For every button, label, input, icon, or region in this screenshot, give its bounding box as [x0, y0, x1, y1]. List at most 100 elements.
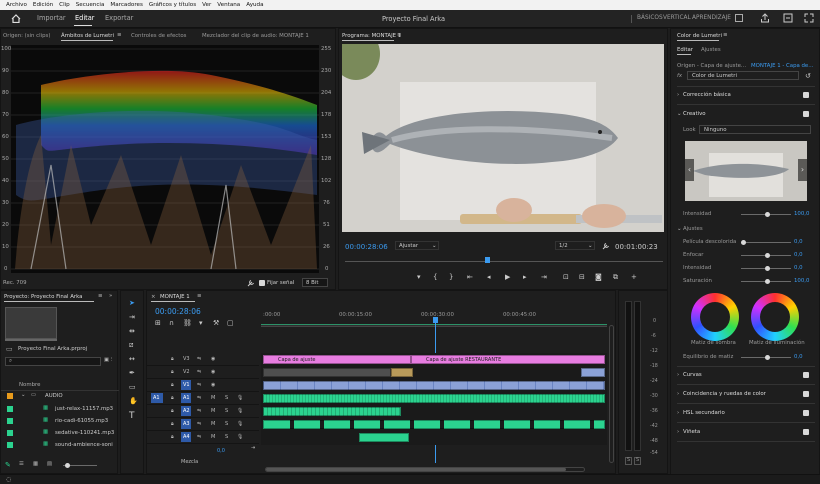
lift-icon[interactable]: ⊡	[563, 273, 569, 281]
timeline-timecode[interactable]: 00:00:28:06	[155, 307, 201, 316]
lock-icon[interactable]: 🔒︎	[171, 408, 174, 414]
mute-button[interactable]: M	[211, 395, 215, 401]
home-icon[interactable]	[11, 14, 21, 23]
hand-tool-icon[interactable]: ✋	[129, 397, 138, 405]
tab-importar[interactable]: Importar	[37, 14, 66, 22]
clips-a3-audio[interactable]	[263, 420, 605, 429]
tab-effect-controls[interactable]: Controles de efectos	[131, 33, 187, 39]
track-select-tool-icon[interactable]: ⇥	[129, 313, 135, 321]
section-basic-correction[interactable]: Corrección básica	[683, 92, 731, 98]
track-label-a4[interactable]: A4	[183, 434, 190, 440]
track-label-a2[interactable]: A2	[183, 408, 190, 414]
effect-select[interactable]: Color de Lumetri	[687, 71, 799, 80]
sharpen-value[interactable]: 0,0	[794, 252, 803, 258]
workspaces-menu-icon[interactable]	[735, 14, 743, 22]
tab-lumetri-settings[interactable]: Ajustes	[701, 47, 721, 53]
chevron-down-icon[interactable]: ⌄	[21, 392, 26, 398]
panel-menu-icon[interactable]: ≡	[117, 32, 122, 38]
go-to-end-icon[interactable]: ⇥	[251, 445, 255, 451]
tab-editar[interactable]: Editar	[75, 14, 95, 22]
lock-icon[interactable]: 🔒︎	[171, 421, 174, 427]
highlight-tint-wheel[interactable]	[751, 293, 799, 341]
source-clip-label[interactable]: Origen - Capa de ajuste...	[677, 63, 746, 69]
look-next-button[interactable]: ›	[798, 159, 807, 181]
curves-checkbox[interactable]	[803, 372, 809, 378]
saturation-value[interactable]: 100,0	[794, 278, 809, 284]
mute-button[interactable]: M	[211, 434, 215, 440]
type-tool-icon[interactable]: T	[129, 411, 135, 421]
zoom-slider-knob[interactable]	[65, 463, 70, 468]
razor-tool-icon[interactable]: ⧄	[129, 341, 133, 350]
menu-clip[interactable]: Clip	[59, 2, 70, 8]
chevron-right-icon[interactable]: ›	[677, 429, 679, 435]
track-label-a3[interactable]: A3	[183, 421, 190, 427]
menu-graficos[interactable]: Gráficos y títulos	[149, 2, 196, 8]
close-icon[interactable]: ×	[151, 294, 156, 300]
solo-right-button[interactable]: S	[634, 457, 641, 465]
list-view-icon[interactable]: ☰	[19, 461, 24, 467]
resolution-select[interactable]: 1/2 ⌄	[555, 241, 595, 250]
intensity-slider-knob[interactable]	[765, 212, 770, 217]
pen-tool-icon[interactable]: ✒	[129, 369, 135, 377]
panel-menu-icon[interactable]: ≡	[723, 32, 728, 38]
wrench-icon[interactable]: ⚒	[213, 319, 219, 327]
file-sedative[interactable]: sedative-110241.mp3	[55, 430, 114, 436]
section-curves[interactable]: Curvas	[683, 372, 702, 378]
share-icon[interactable]	[760, 13, 770, 23]
solo-button[interactable]: S	[225, 395, 228, 401]
menu-edicion[interactable]: Edición	[33, 2, 53, 8]
clip-v2-transition[interactable]	[391, 368, 413, 377]
menu-archivo[interactable]: Archivo	[6, 2, 27, 8]
menu-marcadores[interactable]: Marcadores	[110, 2, 142, 8]
sync-lock-icon[interactable]: ⇋	[197, 395, 201, 401]
tab-lumetri-scopes[interactable]: Ámbitos de Lumetri	[61, 33, 114, 39]
chevron-right-icon[interactable]: ›	[677, 92, 679, 98]
eye-icon[interactable]: ◉	[211, 369, 215, 375]
color-wheels-checkbox[interactable]	[803, 391, 809, 397]
creative-checkbox[interactable]	[803, 111, 809, 117]
solo-button[interactable]: S	[225, 434, 228, 440]
go-to-in-icon[interactable]: ⇤	[467, 273, 473, 281]
microphone-icon[interactable]: 🎙︎	[237, 421, 243, 427]
clip-a4-audio[interactable]	[359, 433, 409, 442]
microphone-icon[interactable]: 🎙︎	[237, 395, 243, 401]
nest-icon[interactable]: ⊞	[155, 319, 161, 327]
mute-button[interactable]: M	[211, 408, 215, 414]
filter-icon[interactable]: ⫶	[111, 357, 112, 364]
menu-secuencia[interactable]: Secuencia	[76, 2, 105, 8]
quick-export-icon[interactable]	[783, 13, 793, 23]
file-just-relax[interactable]: just-relax-11157.mp3	[55, 406, 113, 412]
chevron-down-icon[interactable]: ⌄	[677, 111, 682, 117]
chevron-right-icon[interactable]: ›	[677, 410, 679, 416]
faded-film-knob[interactable]	[741, 240, 746, 245]
clip-v3-capa-restaurante[interactable]: Capa de ajuste RESTAURANTE	[411, 355, 605, 364]
tab-source[interactable]: Origen: (sin clips)	[3, 33, 50, 39]
file-sound-ambience[interactable]: sound-ambience-soni	[55, 442, 113, 448]
lock-icon[interactable]: 🔒︎	[171, 395, 174, 401]
eye-icon[interactable]: ◉	[211, 382, 215, 388]
section-hsl-secondary[interactable]: HSL secundario	[683, 410, 725, 416]
eye-icon[interactable]: ◉	[211, 356, 215, 362]
basic-correction-checkbox[interactable]	[803, 92, 809, 98]
snap-icon[interactable]: ∩	[169, 319, 174, 327]
wrench-icon[interactable]	[247, 279, 255, 287]
panel-menu-icon[interactable]: ≡	[98, 293, 103, 299]
track-label-a1[interactable]: A1	[183, 395, 190, 401]
clip-v2-image[interactable]	[263, 368, 391, 377]
sync-lock-icon[interactable]: ⇋	[197, 421, 201, 427]
fit-select[interactable]: Ajustar ⌄	[395, 241, 439, 250]
panel-menu-icon[interactable]: ≡	[197, 293, 202, 299]
lock-icon[interactable]: 🔒︎	[171, 382, 174, 388]
camera-icon[interactable]: ◙	[595, 273, 602, 281]
target-clip-label[interactable]: MONTAJE 1 - Capa de...	[751, 63, 813, 69]
go-to-out-icon[interactable]: ⇥	[541, 273, 547, 281]
column-header-name[interactable]: Nombre	[19, 382, 40, 388]
program-timecode[interactable]: 00:00:28:06	[345, 243, 388, 251]
track-label-v1[interactable]: V1	[183, 382, 190, 388]
sync-lock-icon[interactable]: ⇋	[197, 356, 201, 362]
icon-view-icon[interactable]: ▦	[33, 461, 38, 467]
sync-lock-icon[interactable]: ⇋	[197, 434, 201, 440]
ripple-edit-tool-icon[interactable]: ⇹	[129, 327, 135, 335]
menu-ver[interactable]: Ver	[202, 2, 211, 8]
tint-balance-knob[interactable]	[765, 355, 770, 360]
